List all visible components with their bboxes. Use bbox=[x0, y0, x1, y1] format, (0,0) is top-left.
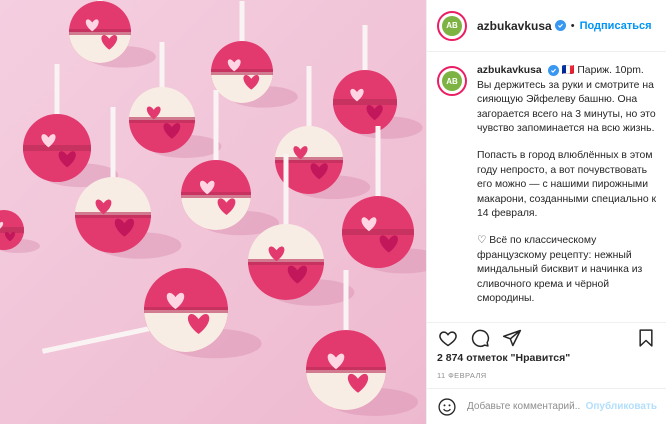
macaron-lollipops-image bbox=[0, 0, 426, 424]
post-header: АВ azbukavkusa • Подписаться bbox=[427, 0, 666, 52]
caption-area: АВ azbukavkusa 🇫🇷 Париж. 10pm. Вы держит… bbox=[427, 52, 666, 319]
follow-button[interactable]: Подписаться bbox=[580, 20, 652, 32]
caption-username[interactable]: azbukavkusa bbox=[477, 65, 542, 76]
share-icon[interactable] bbox=[501, 327, 523, 349]
username-link[interactable]: azbukavkusa bbox=[477, 19, 552, 33]
emoji-icon[interactable] bbox=[437, 397, 457, 417]
comment-bar: Добавьте комментарий... Опубликовать bbox=[427, 388, 666, 424]
instagram-post-window: АВ azbukavkusa • Подписаться АВ azbukavk… bbox=[0, 0, 666, 424]
caption-line-2: Вы держитесь за руки и смотрите на сияющ… bbox=[477, 79, 656, 135]
comment-input[interactable]: Добавьте комментарий... bbox=[467, 401, 580, 412]
avatar-logo: АВ bbox=[442, 15, 462, 36]
caption-line-3: Попасть в город влюблённых в этом году н… bbox=[477, 149, 657, 220]
caption-line-1: Париж. 10pm. bbox=[577, 65, 644, 76]
flag-emoji: 🇫🇷 bbox=[561, 65, 575, 76]
verified-icon bbox=[554, 20, 566, 31]
separator-dot: • bbox=[570, 19, 575, 32]
comment-icon[interactable] bbox=[469, 327, 491, 349]
caption-avatar-logo: АВ bbox=[442, 71, 462, 91]
caption-avatar[interactable]: АВ bbox=[437, 66, 467, 96]
post-sidebar: АВ azbukavkusa • Подписаться АВ azbukavk… bbox=[426, 0, 666, 424]
post-actions bbox=[427, 322, 666, 352]
bookmark-icon[interactable] bbox=[635, 327, 657, 349]
caption-text: azbukavkusa 🇫🇷 Париж. 10pm. Вы держитесь… bbox=[477, 64, 657, 319]
likes-count[interactable]: 2 874 отметок "Нравится" bbox=[437, 352, 570, 364]
post-photo[interactable] bbox=[0, 0, 426, 424]
publish-button[interactable]: Опубликовать bbox=[586, 401, 657, 412]
verified-icon bbox=[547, 64, 559, 76]
caption-line-4: ♡ Всё по классическому французскому реце… bbox=[477, 234, 643, 305]
post-date: 11 ФЕВРАЛЯ bbox=[437, 371, 487, 380]
heart-icon[interactable] bbox=[437, 327, 459, 349]
avatar[interactable]: АВ bbox=[437, 10, 467, 41]
